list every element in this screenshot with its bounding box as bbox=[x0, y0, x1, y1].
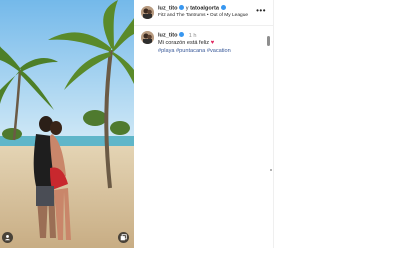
heart-emoji-icon: ♥ bbox=[210, 40, 215, 46]
coauthor-username[interactable]: tatoalgorta bbox=[190, 6, 219, 12]
caption-header: luz_tito 1 h bbox=[158, 32, 196, 40]
post-header: luz_tito y tatoalgorta Fitz and The Tant… bbox=[134, 0, 274, 26]
more-options-icon[interactable]: ••• bbox=[256, 7, 266, 15]
carousel-icon bbox=[118, 232, 129, 243]
user-tag-icon[interactable] bbox=[2, 232, 13, 243]
author-avatar[interactable] bbox=[141, 6, 154, 19]
beach-photo-image bbox=[0, 0, 134, 248]
caption-text: Mi corazón está feliz bbox=[158, 40, 209, 46]
verified-badge-icon bbox=[220, 5, 226, 10]
caption-avatar[interactable] bbox=[141, 31, 154, 44]
caption-text-line: Mi corazón está feliz ♥ bbox=[158, 40, 214, 47]
post-timestamp[interactable]: 1 h bbox=[189, 33, 197, 39]
caption-hashtags[interactable]: #playa #puntacana #vacation bbox=[158, 48, 231, 55]
author-connector: y bbox=[185, 5, 189, 12]
post-authors: luz_tito y tatoalgorta bbox=[158, 5, 226, 13]
audio-track-link[interactable]: Fitz and The Tantrums • Out of My League bbox=[158, 13, 248, 19]
post-photo[interactable] bbox=[0, 0, 134, 248]
post-details-pane: luz_tito y tatoalgorta Fitz and The Tant… bbox=[134, 0, 274, 248]
verified-badge-icon bbox=[179, 5, 185, 10]
author-username[interactable]: luz_tito bbox=[158, 6, 178, 12]
comments-scrollbar[interactable] bbox=[267, 36, 270, 46]
loading-dot bbox=[270, 169, 272, 171]
verified-badge-icon bbox=[179, 32, 185, 37]
caption-username[interactable]: luz_tito bbox=[158, 33, 178, 39]
